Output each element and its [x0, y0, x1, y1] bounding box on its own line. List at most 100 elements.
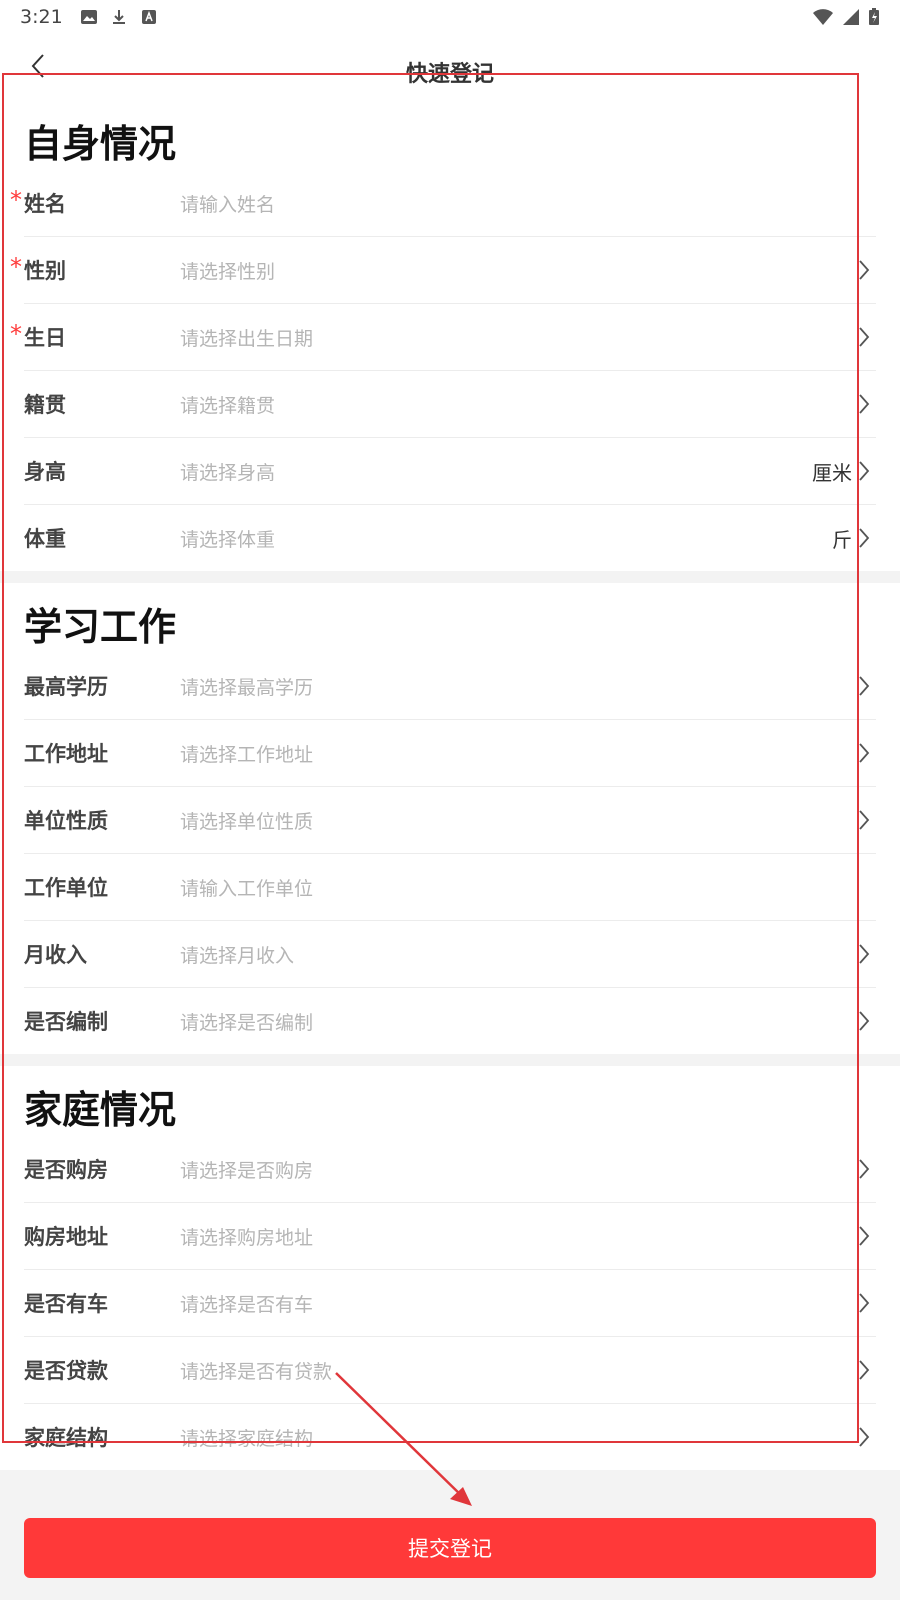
form-row[interactable]: 是否有车 请选择是否有车 [24, 1270, 876, 1337]
field-input[interactable]: 请选择身高 [180, 458, 812, 485]
signal-icon [843, 9, 859, 25]
row-arrow [856, 809, 872, 831]
wifi-icon [813, 9, 833, 25]
submit-button[interactable]: 提交登记 [24, 1518, 876, 1578]
form-row[interactable]: 单位性质 请选择单位性质 [24, 787, 876, 854]
row-arrow [856, 326, 872, 348]
field-input[interactable]: 请输入工作单位 [180, 874, 876, 901]
form-row[interactable]: 月收入 请选择月收入 [24, 921, 876, 988]
field-input[interactable]: 请选择工作地址 [180, 740, 856, 767]
row-arrow [856, 742, 872, 764]
field-label: 单位性质 [24, 809, 108, 833]
form-row[interactable]: 籍贯 请选择籍贯 [24, 371, 876, 438]
form-row[interactable]: 最高学历 请选择最高学历 [24, 653, 876, 720]
field-input[interactable]: 请选择籍贯 [180, 391, 856, 418]
form-row[interactable]: * 生日 请选择出生日期 [10, 304, 876, 371]
field-input[interactable]: 请选择最高学历 [180, 673, 856, 700]
required-marker: * [10, 186, 22, 214]
form-row[interactable]: 工作地址 请选择工作地址 [24, 720, 876, 787]
field-label: 生日 [24, 326, 66, 350]
field-label: 工作地址 [24, 742, 108, 766]
required-marker: * [10, 253, 22, 281]
chevron-right-icon [859, 676, 870, 696]
chevron-right-icon [859, 810, 870, 830]
form-row[interactable]: 体重 请选择体重斤 [24, 505, 876, 571]
form-row[interactable]: 工作单位 请输入工作单位 [24, 854, 876, 921]
field-input[interactable]: 请选择体重 [180, 525, 832, 552]
chevron-right-icon [859, 743, 870, 763]
form-section: 家庭情况是否购房 请选择是否购房购房地址 请选择购房地址是否有车 请选择是否有车是否贷… [0, 1066, 900, 1470]
form-row[interactable]: 是否购房 请选择是否购房 [24, 1136, 876, 1203]
chevron-right-icon [859, 394, 870, 414]
bottom-bar: 提交登记 [0, 1492, 900, 1600]
chevron-right-icon [859, 260, 870, 280]
row-arrow [856, 1158, 872, 1180]
row-arrow [856, 1225, 872, 1247]
form-row[interactable]: 身高 请选择身高 厘米 [24, 438, 876, 505]
form-row[interactable]: 是否编制 请选择是否编制 [24, 988, 876, 1054]
field-input[interactable]: 请选择是否购房 [180, 1156, 856, 1183]
battery-icon [869, 8, 879, 25]
row-arrow [856, 259, 872, 281]
field-label: 工作单位 [24, 876, 108, 900]
field-label: 购房地址 [24, 1225, 108, 1249]
field-input[interactable]: 请输入姓名 [180, 190, 876, 217]
row-arrow [856, 1292, 872, 1314]
field-input[interactable]: 请选择月收入 [180, 941, 856, 968]
chevron-right-icon [859, 1011, 870, 1031]
field-input[interactable]: 请选择是否有贷款 [180, 1357, 856, 1384]
field-input[interactable]: 请选择性别 [180, 257, 856, 284]
row-arrow [856, 460, 872, 482]
row-arrow [856, 1010, 872, 1032]
chevron-right-icon [859, 528, 870, 548]
field-input[interactable]: 请选择出生日期 [180, 324, 856, 351]
download-icon [113, 10, 125, 24]
field-label: 是否贷款 [24, 1359, 108, 1383]
form-row[interactable]: 是否贷款 请选择是否有贷款 [24, 1337, 876, 1404]
required-marker: * [10, 320, 22, 348]
row-arrow [856, 393, 872, 415]
field-unit: 斤 [832, 527, 852, 552]
chevron-right-icon [859, 1360, 870, 1380]
field-label: 性别 [24, 259, 66, 283]
field-label: 是否购房 [24, 1158, 108, 1182]
field-label: 身高 [24, 460, 66, 484]
row-arrow [856, 1426, 872, 1448]
form-row[interactable]: * 姓名 请输入姓名 [10, 170, 876, 237]
image-notification-icon [81, 10, 97, 24]
chevron-right-icon [859, 1159, 870, 1179]
section-title: 家庭情况 [24, 1088, 177, 1132]
chevron-right-icon [859, 461, 870, 481]
form-section: 自身情况 * 姓名 请输入姓名 * 性别 请选择性别 * 生日 请选择出生日期 籍贯 请选择籍贯 身高请… [0, 100, 900, 571]
form-content[interactable]: 自身情况 * 姓名 请输入姓名 * 性别 请选择性别 * 生日 请选择出生日期 籍贯 请选择籍贯 身高请… [0, 100, 900, 1492]
chevron-right-icon [859, 1226, 870, 1246]
text-app-icon [142, 10, 156, 24]
field-label: 最高学历 [24, 675, 108, 699]
form-row[interactable]: 家庭结构 请选择家庭结构 [24, 1404, 876, 1470]
field-label: 月收入 [24, 943, 87, 967]
form-row[interactable]: * 性别 请选择性别 [10, 237, 876, 304]
form-row[interactable]: 购房地址 请选择购房地址 [24, 1203, 876, 1270]
field-label: 体重 [24, 527, 66, 551]
field-input[interactable]: 请选择家庭结构 [180, 1424, 856, 1451]
section-divider [0, 1054, 900, 1066]
status-bar: 3:21 [0, 0, 900, 38]
field-unit: 厘米 [812, 460, 852, 485]
field-label: 是否编制 [24, 1010, 108, 1034]
row-arrow [856, 675, 872, 697]
row-arrow [856, 1359, 872, 1381]
section-title: 学习工作 [24, 605, 177, 649]
field-input[interactable]: 请选择购房地址 [180, 1223, 856, 1250]
section-divider [0, 571, 900, 583]
row-arrow [856, 527, 872, 549]
field-label: 姓名 [24, 192, 66, 216]
chevron-right-icon [859, 327, 870, 347]
field-label: 籍贯 [24, 393, 66, 417]
field-label: 家庭结构 [24, 1426, 108, 1450]
field-label: 是否有车 [24, 1292, 108, 1316]
field-input[interactable]: 请选择是否有车 [180, 1290, 856, 1317]
field-input[interactable]: 请选择单位性质 [180, 807, 856, 834]
field-input[interactable]: 请选择是否编制 [180, 1008, 856, 1035]
page-title: 快速登记 [405, 62, 494, 87]
status-time: 3:21 [20, 6, 63, 28]
